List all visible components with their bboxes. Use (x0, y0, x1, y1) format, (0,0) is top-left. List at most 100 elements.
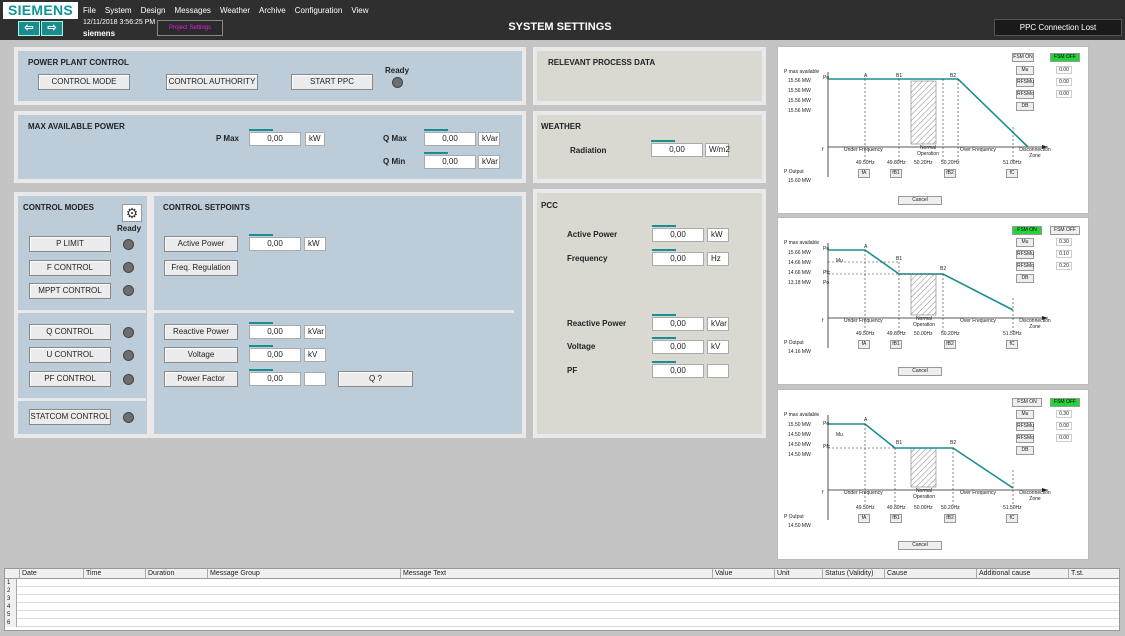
fa-button[interactable]: fA (858, 169, 870, 178)
power-factor-setpoint[interactable]: 0,00 (249, 369, 301, 386)
message-table[interactable]: Date Time Duration Message Group Message… (4, 568, 1120, 631)
freq-regulation-button[interactable]: Freq. Regulation (164, 260, 238, 276)
p-limit-button[interactable]: P LIMIT (29, 236, 111, 252)
table-row[interactable]: 3 (5, 595, 1119, 603)
arrow-left-icon: ⇦ (24, 22, 34, 34)
column-header[interactable]: Status (Validity) (822, 569, 884, 579)
mu-param-button[interactable]: Mu (1016, 410, 1034, 419)
table-row[interactable]: 1 (5, 579, 1119, 587)
column-header[interactable]: T.st. (1068, 569, 1119, 579)
column-header[interactable]: Time (83, 569, 145, 579)
rfsmo-param-button[interactable]: RFSMo (1016, 262, 1034, 271)
fa-button[interactable]: fA (858, 340, 870, 349)
f-control-button[interactable]: F CONTROL (29, 260, 111, 276)
table-row[interactable]: 2 (5, 587, 1119, 595)
rfsmu-param-value[interactable]: 0.00 (1056, 422, 1072, 430)
rfsmo-param-button[interactable]: RFSMo (1016, 434, 1034, 443)
fsm-on-button[interactable]: FSM ON (1012, 53, 1034, 62)
fsm-off-button[interactable]: FSM OFF (1050, 226, 1080, 235)
menu-view[interactable]: View (351, 6, 368, 15)
radiation-field[interactable]: 0,00 (651, 140, 703, 157)
column-header[interactable]: Value (712, 569, 774, 579)
control-mode-button[interactable]: CONTROL MODE (38, 74, 130, 90)
pmax-field[interactable]: 0,00 (249, 129, 301, 146)
voltage-setpoint[interactable]: 0,00 (249, 345, 301, 362)
cancel-button[interactable]: Cancel (898, 367, 942, 376)
cancel-button[interactable]: Cancel (898, 541, 942, 550)
fsm-on-button[interactable]: FSM ON (1012, 398, 1042, 407)
gear-icon[interactable]: ⚙ (122, 204, 142, 222)
back-button[interactable]: ⇦ (18, 21, 40, 36)
rfsmo-param-button[interactable]: RFSMo (1016, 90, 1034, 99)
fb1-button[interactable]: fB1 (890, 514, 902, 523)
u-control-button[interactable]: U CONTROL (29, 347, 111, 363)
control-authority-button[interactable]: CONTROL AUTHORITY (166, 74, 258, 90)
table-row[interactable]: 5 (5, 611, 1119, 619)
voltage-button[interactable]: Voltage (164, 347, 238, 363)
menu-archive[interactable]: Archive (259, 6, 286, 15)
fa-button[interactable]: fA (858, 514, 870, 523)
menu-configuration[interactable]: Configuration (295, 6, 343, 15)
mu-param-value[interactable]: 0.00 (1056, 66, 1072, 74)
control-modes-panel: CONTROL MODES ⚙ Ready P LIMIT F CONTROL … (14, 192, 151, 438)
column-header[interactable]: Unit (774, 569, 822, 579)
rfsmo-param-value[interactable]: 0.20 (1056, 262, 1072, 270)
menu-file[interactable]: File (83, 6, 96, 15)
fb2-button[interactable]: fB2 (944, 514, 956, 523)
rfsmo-param-value[interactable]: 0.00 (1056, 90, 1072, 98)
table-row[interactable]: 4 (5, 603, 1119, 611)
rfsmu-param-value[interactable]: 0.00 (1056, 78, 1072, 86)
mu-param-value[interactable]: 0.30 (1056, 238, 1072, 246)
q-help-button[interactable]: Q ? (338, 371, 413, 387)
freq-label: 50.00Hz (914, 505, 933, 511)
fb2-button[interactable]: fB2 (944, 340, 956, 349)
active-power-button[interactable]: Active Power (164, 236, 238, 252)
column-header[interactable]: Message Group (207, 569, 400, 579)
power-factor-button[interactable]: Power Factor (164, 371, 238, 387)
rfsmu-param-button[interactable]: RFSMu (1016, 250, 1034, 259)
menu-messages[interactable]: Messages (174, 6, 210, 15)
start-ppc-button[interactable]: START PPC (291, 74, 373, 90)
reactive-power-setpoint[interactable]: 0,00 (249, 322, 301, 339)
mu-param-value[interactable]: 0.30 (1056, 410, 1072, 418)
table-row[interactable]: 6 (5, 619, 1119, 627)
rfsmu-param-button[interactable]: RFSMu (1016, 78, 1034, 87)
active-power-setpoint[interactable]: 0,00 (249, 234, 301, 251)
rfsmu-param-value[interactable]: 0.10 (1056, 250, 1072, 258)
forward-button[interactable]: ⇨ (41, 21, 63, 36)
fsm-on-button[interactable]: FSM ON (1012, 226, 1042, 235)
db-param-button[interactable]: DB (1016, 102, 1034, 111)
mu-param-button[interactable]: Mu (1016, 66, 1034, 75)
fc-button[interactable]: fC (1006, 514, 1018, 523)
pf-control-button[interactable]: PF CONTROL (29, 371, 111, 387)
rfsmu-param-button[interactable]: RFSMu (1016, 422, 1034, 431)
fb1-button[interactable]: fB1 (890, 340, 902, 349)
reactive-power-button[interactable]: Reactive Power (164, 324, 238, 340)
fb2-button[interactable]: fB2 (944, 169, 956, 178)
mu-param-button[interactable]: Mu (1016, 238, 1034, 247)
pmax-row: 15.56 MW (788, 88, 811, 94)
q-control-button[interactable]: Q CONTROL (29, 324, 111, 340)
db-param-button[interactable]: DB (1016, 446, 1034, 455)
menu-weather[interactable]: Weather (220, 6, 250, 15)
column-header[interactable]: Duration (145, 569, 207, 579)
fb1-button[interactable]: fB1 (890, 169, 902, 178)
cancel-button[interactable]: Cancel (898, 196, 942, 205)
menu-system[interactable]: System (105, 6, 132, 15)
fsm-off-button[interactable]: FSM OFF (1050, 398, 1080, 407)
qmax-field[interactable]: 0,00 (424, 129, 476, 146)
rfsmo-param-value[interactable]: 0.00 (1056, 434, 1072, 442)
mppt-control-button[interactable]: MPPT CONTROL (29, 283, 111, 299)
column-header[interactable]: Cause (884, 569, 976, 579)
fsm-off-button[interactable]: FSM OFF (1050, 53, 1080, 62)
fc-button[interactable]: fC (1006, 340, 1018, 349)
status-slot[interactable]: Project Settings (157, 20, 223, 36)
statcom-control-button[interactable]: STATCOM CONTROL (29, 409, 111, 425)
menu-design[interactable]: Design (141, 6, 166, 15)
column-header[interactable]: Date (19, 569, 81, 579)
column-header[interactable]: Message Text (400, 569, 712, 579)
db-param-button[interactable]: DB (1016, 274, 1034, 283)
fc-button[interactable]: fC (1006, 169, 1018, 178)
column-header[interactable]: Additional cause (976, 569, 1068, 579)
qmin-field[interactable]: 0,00 (424, 152, 476, 169)
